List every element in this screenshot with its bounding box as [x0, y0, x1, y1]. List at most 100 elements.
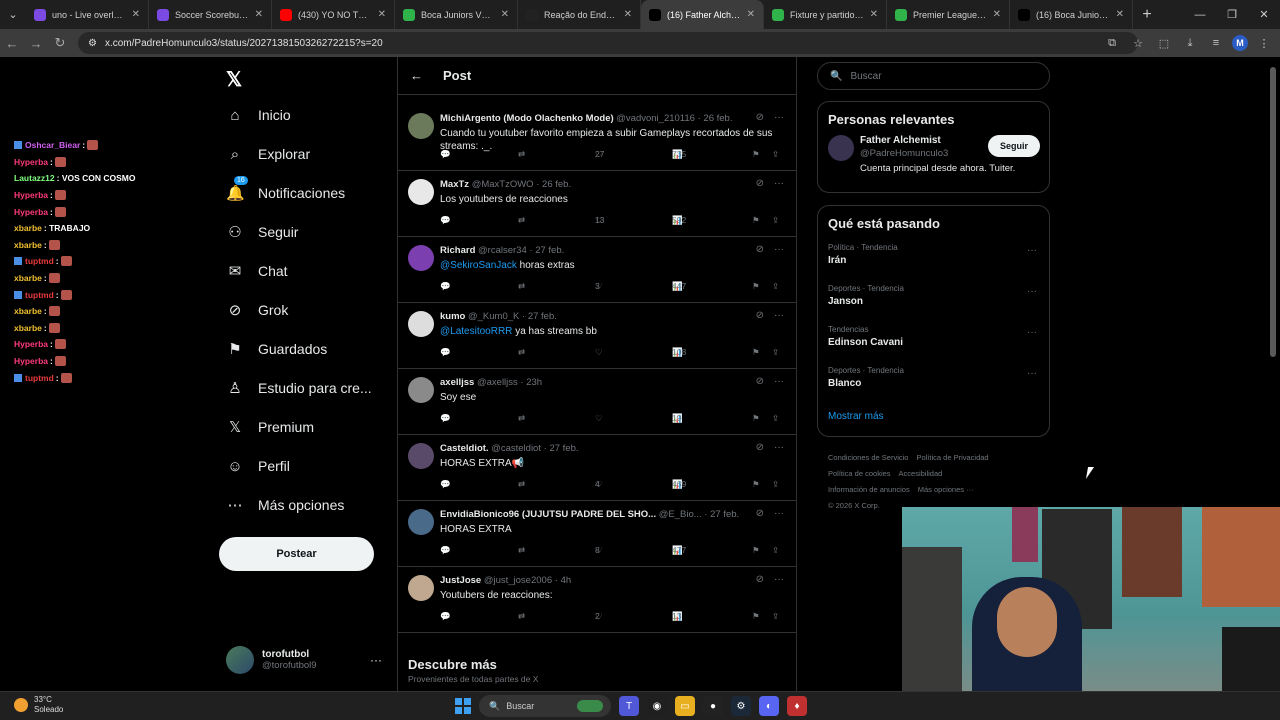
tweet-author[interactable]: Richard [440, 245, 475, 256]
tweet-time[interactable]: 26 feb. [542, 179, 571, 190]
extensions-icon[interactable]: ⬚ [1154, 32, 1174, 54]
media-icon[interactable]: ≡ [1206, 32, 1226, 54]
tweet-avatar[interactable] [408, 113, 434, 139]
tweet[interactable]: EnvidiaBionico96 (JUJUTSU PADRE DEL SHO.… [398, 501, 796, 567]
maximize-icon[interactable]: ❐ [1216, 0, 1248, 29]
nav-item-guardados[interactable]: ⚑ Guardados [226, 331, 327, 367]
tab-search-icon[interactable]: ⌄ [0, 0, 26, 29]
obs-icon[interactable]: ● [703, 696, 723, 716]
reply-icon[interactable]: 💬 [440, 479, 451, 490]
share-icon[interactable]: ⇪ [772, 281, 779, 292]
more-icon[interactable]: ··· [774, 574, 784, 585]
downloads-icon[interactable]: ⤓ [1180, 32, 1200, 54]
bookmark-icon[interactable]: ⚑ [752, 479, 760, 490]
footer-link[interactable]: © 2026 X Corp. [828, 501, 880, 510]
reply-icon[interactable]: 💬 [440, 413, 451, 424]
nav-item-estudio-para-cre-[interactable]: ♙ Estudio para cre... [226, 370, 371, 406]
show-more-link[interactable]: Mostrar más [818, 405, 1049, 432]
close-tab-icon[interactable]: ✕ [870, 9, 878, 20]
forward-icon[interactable]: → [24, 29, 48, 57]
site-info-icon[interactable]: ⚙ [88, 38, 97, 49]
nav-item-más-opciones[interactable]: ⋯ Más opciones [226, 487, 345, 523]
trend-item[interactable]: Deportes · Tendencia Blanco ··· [818, 364, 1049, 405]
chrome-icon[interactable]: ◉ [647, 696, 667, 716]
trend-item[interactable]: Tendencias Edinson Cavani ··· [818, 323, 1049, 364]
bookmark-icon[interactable]: ⚑ [752, 347, 760, 358]
nav-item-perfil[interactable]: ☺ Perfil [226, 448, 290, 484]
close-window-icon[interactable]: ✕ [1248, 0, 1280, 29]
reload-icon[interactable]: ↻ [48, 29, 72, 57]
browser-tab[interactable]: (430) YO NO TE MER ✕ [272, 0, 395, 29]
browser-tab[interactable]: Fixture y partidos de ✕ [764, 0, 887, 29]
nav-item-grok[interactable]: ⊘ Grok [226, 292, 289, 328]
close-tab-icon[interactable]: ✕ [255, 9, 263, 20]
tweet[interactable]: MichiArgento (Modo Olachenko Mode) @vadv… [398, 105, 796, 171]
relevant-name[interactable]: Father Alchemist [860, 135, 941, 146]
browser-tab[interactable]: Premier League - PO ✕ [887, 0, 1010, 29]
grok-icon[interactable]: ⊘ [756, 112, 764, 123]
tweet-avatar[interactable] [408, 575, 434, 601]
tweet-avatar[interactable] [408, 245, 434, 271]
bookmark-icon[interactable]: ⚑ [752, 215, 760, 226]
close-tab-icon[interactable]: ✕ [378, 9, 386, 20]
retweet-icon[interactable]: ⇄ [518, 413, 525, 424]
tweet[interactable]: Casteldiot. @casteldiot · 27 feb. ⊘ ··· H… [398, 435, 796, 501]
reply-icon[interactable]: 💬 [440, 611, 451, 622]
back-arrow-icon[interactable]: ← [410, 68, 423, 83]
bookmark-icon[interactable]: ⚑ [752, 149, 760, 160]
more-icon[interactable]: ··· [1027, 368, 1037, 379]
share-icon[interactable]: ⇪ [772, 611, 779, 622]
tweet[interactable]: JustJose @just_jose2006 · 4h ⊘ ··· Youtub… [398, 567, 796, 633]
retweet-icon[interactable]: ⇄ [518, 545, 525, 556]
tweet-author[interactable]: JustJose [440, 575, 481, 586]
more-icon[interactable]: ··· [774, 508, 784, 519]
tweet-author[interactable]: EnvidiaBionico96 (JUJUTSU PADRE DEL SHO.… [440, 509, 656, 520]
menu-icon[interactable]: ⋮ [1254, 32, 1274, 54]
footer-link[interactable]: Política de cookies [828, 469, 891, 478]
profile-avatar[interactable]: M [1232, 35, 1248, 51]
grok-icon[interactable]: ⊘ [756, 376, 764, 387]
nav-item-notificaciones[interactable]: 🔔 16 Notificaciones [226, 175, 345, 211]
tweet[interactable]: kumo @_Kum0_K · 27 feb. ⊘ ··· @LatesitooR… [398, 303, 796, 369]
tweet-avatar[interactable] [408, 443, 434, 469]
close-tab-icon[interactable]: ✕ [1116, 9, 1124, 20]
tweet-time[interactable]: 27 feb. [528, 311, 557, 322]
retweet-icon[interactable]: ⇄ [518, 281, 525, 292]
close-tab-icon[interactable]: ✕ [132, 9, 140, 20]
more-icon[interactable]: ··· [1027, 245, 1037, 256]
share-icon[interactable]: ⇪ [772, 149, 779, 160]
reply-icon[interactable]: 💬 [440, 545, 451, 556]
tweet-author[interactable]: Casteldiot. [440, 443, 489, 454]
share-icon[interactable]: ⇪ [772, 545, 779, 556]
tweet-author[interactable]: kumo [440, 311, 465, 322]
browser-tab[interactable]: (16) Father Alchemis ✕ [641, 0, 764, 29]
close-tab-icon[interactable]: ✕ [747, 9, 755, 20]
tweet-time[interactable]: 27 feb. [549, 443, 578, 454]
footer-link[interactable]: Condiciones de Servicio [828, 453, 908, 462]
share-icon[interactable]: ⇪ [772, 479, 779, 490]
tweet-time[interactable]: 27 feb. [710, 509, 739, 520]
discord-icon[interactable]: ◐ [759, 696, 779, 716]
reply-icon[interactable]: 💬 [440, 149, 451, 160]
browser-tab[interactable]: Soccer Scorebug | Fre ✕ [149, 0, 272, 29]
steam-icon[interactable]: ⚙ [731, 696, 751, 716]
close-tab-icon[interactable]: ✕ [501, 9, 509, 20]
tweet-avatar[interactable] [408, 311, 434, 337]
tweet-author[interactable]: MichiArgento (Modo Olachenko Mode) [440, 113, 614, 124]
browser-tab[interactable]: (16) Boca Juniors - La ✕ [1010, 0, 1133, 29]
more-icon[interactable]: ··· [1027, 327, 1037, 338]
nav-item-seguir[interactable]: ⚇ Seguir [226, 214, 298, 250]
retweet-icon[interactable]: ⇄ [518, 611, 525, 622]
footer-link[interactable]: Accesibilidad [899, 469, 943, 478]
tweet-time[interactable]: 23h [526, 377, 542, 388]
reply-icon[interactable]: 💬 [440, 281, 451, 292]
weather-widget[interactable]: 33°C Soleado [14, 695, 63, 715]
tweet-mention[interactable]: @SekiroSanJack [440, 260, 517, 271]
back-icon[interactable]: ← [0, 29, 24, 57]
bookmark-star-icon[interactable]: ☆ [1128, 32, 1148, 54]
more-icon[interactable]: ··· [774, 244, 784, 255]
post-button[interactable]: Postear [219, 537, 374, 571]
reply-icon[interactable]: 💬 [440, 215, 451, 226]
browser-tab[interactable]: uno - Live overlays fo ✕ [26, 0, 149, 29]
bookmark-icon[interactable]: ⚑ [752, 611, 760, 622]
